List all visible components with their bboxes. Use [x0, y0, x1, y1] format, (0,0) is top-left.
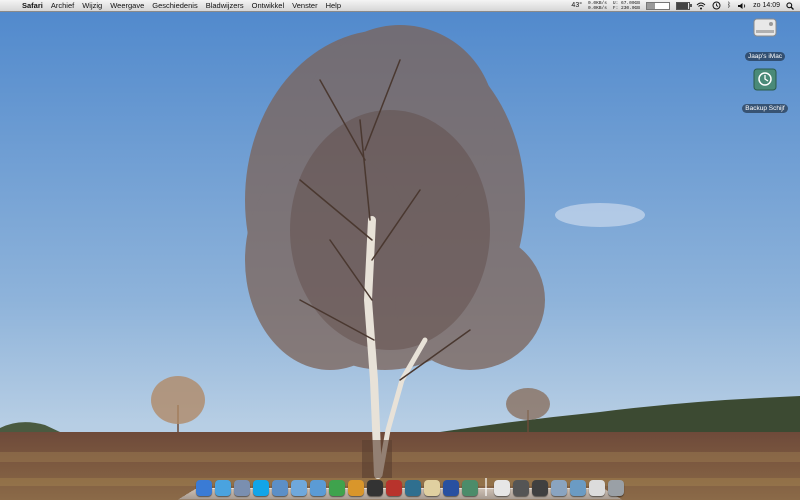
menu-ontwikkel[interactable]: Ontwikkel [248, 1, 289, 10]
documents-stack-icon[interactable] [589, 480, 605, 496]
dvd-player-icon[interactable] [367, 480, 383, 496]
finder-icon[interactable] [196, 480, 212, 496]
bluetooth-icon[interactable]: ᛒ [727, 2, 731, 9]
clock[interactable]: zo 14:09 [753, 2, 780, 9]
menu-geschiedenis[interactable]: Geschiedenis [148, 1, 201, 10]
photo-booth-icon[interactable] [386, 480, 402, 496]
battery-icon[interactable] [675, 1, 692, 10]
desktop-icon-label: Jaap's iMac [744, 52, 786, 61]
folder-dark-icon[interactable] [532, 480, 548, 496]
menu-bladwijzers[interactable]: Bladwijzers [202, 1, 248, 10]
temperature-readout[interactable]: 43° [571, 2, 582, 9]
dock [177, 472, 624, 500]
battery-level [676, 2, 688, 9]
menu-weergave[interactable]: Weergave [106, 1, 148, 10]
preview-icon[interactable] [234, 480, 250, 496]
desktop-icon-imac-drive[interactable]: Jaap's iMac [735, 14, 795, 63]
app-green-icon[interactable] [329, 480, 345, 496]
screenshot-icon[interactable] [551, 480, 567, 496]
network-up: 0.0KB/s [588, 5, 607, 11]
app-menu[interactable]: Safari [18, 1, 47, 10]
menu-archief[interactable]: Archief [47, 1, 78, 10]
menu-venster[interactable]: Venster [288, 1, 321, 10]
memory-meter-fill [646, 2, 655, 9]
menu-extras: 43° 0.0KB/s 0.0KB/s U: 67.00GB F: 230.0G… [571, 1, 800, 11]
desktop-icon-backup-drive[interactable]: Backup Schijf [735, 66, 795, 115]
spotlight-search-icon[interactable] [786, 1, 794, 10]
safari-icon[interactable] [215, 480, 231, 496]
itunes-icon[interactable] [310, 480, 326, 496]
document-icon[interactable] [494, 480, 510, 496]
calculator-icon[interactable] [513, 480, 529, 496]
menu-help[interactable]: Help [322, 1, 345, 10]
network-stats[interactable]: 0.0KB/s 0.0KB/s [588, 1, 607, 11]
menu-wijzig[interactable]: Wijzig [78, 1, 106, 10]
ichat-icon[interactable] [291, 480, 307, 496]
hard-drive-icon [753, 18, 777, 37]
menu-bar: Safari Archief Wijzig Weergave Geschiede… [0, 0, 800, 12]
wifi-icon[interactable] [696, 2, 706, 10]
contacts-icon[interactable] [272, 480, 288, 496]
desktop-wallpaper [0, 0, 800, 500]
app-cream-icon[interactable] [424, 480, 440, 496]
memory-meter[interactable] [645, 1, 670, 10]
iphoto-icon[interactable] [348, 480, 364, 496]
trash-icon[interactable] [608, 480, 624, 496]
disk-free: F: 230.0GB [612, 5, 640, 11]
time-machine-menu-icon[interactable] [712, 1, 721, 10]
disk-stats[interactable]: U: 67.00GB F: 230.0GB [613, 1, 640, 11]
time-machine-icon[interactable] [405, 480, 421, 496]
picture-icon[interactable] [570, 480, 586, 496]
volume-icon[interactable] [737, 2, 747, 10]
desktop-icon-label: Backup Schijf [742, 104, 788, 113]
app-map-icon[interactable] [462, 480, 478, 496]
app-globe-icon[interactable] [443, 480, 459, 496]
dock-separator[interactable] [485, 478, 487, 496]
time-machine-drive-icon [753, 68, 777, 91]
dock-icons [196, 478, 624, 496]
skype-icon[interactable] [253, 480, 269, 496]
